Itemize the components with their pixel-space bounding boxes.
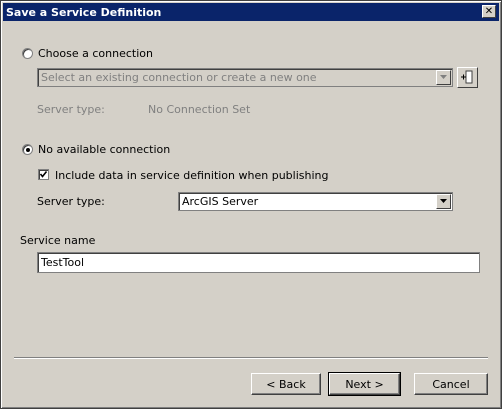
back-button[interactable]: < Back [251,373,321,395]
cancel-button[interactable]: Cancel [414,373,488,395]
choose-connection-radio[interactable] [22,48,33,59]
add-connection-button[interactable] [457,67,478,88]
close-icon: ✕ [484,5,494,17]
server-type-select[interactable]: ArcGIS Server [178,192,453,211]
service-name-label: Service name [20,234,96,247]
next-button[interactable]: Next > [328,372,401,396]
server-type-label-disabled: Server type: [37,103,105,116]
server-type-dropdown-button[interactable] [436,194,451,209]
chevron-down-icon [440,199,447,203]
server-type-label: Server type: [37,195,105,208]
add-connection-icon [461,70,473,84]
service-name-input[interactable] [41,255,474,269]
window-title: Save a Service Definition [6,5,162,19]
no-connection-label: No available connection [38,143,171,156]
title-bar[interactable]: Save a Service Definition ✕ [3,3,499,21]
footer-separator [14,357,488,359]
chevron-down-icon [440,75,447,79]
connection-select-value: Select an existing connection or create … [41,71,317,84]
include-data-checkbox[interactable] [38,169,49,180]
no-connection-radio[interactable] [22,144,33,155]
server-type-value-disabled: No Connection Set [148,103,251,116]
service-name-field[interactable] [37,252,480,273]
include-data-label: Include data in service definition when … [55,169,329,182]
connection-select[interactable]: Select an existing connection or create … [37,68,453,87]
radio-selected-dot [25,147,30,152]
save-service-definition-dialog: Save a Service Definition ✕ Choose a con… [0,0,502,409]
checkmark-icon [39,171,48,178]
server-type-select-value: ArcGIS Server [182,195,259,208]
close-button[interactable]: ✕ [482,5,496,18]
connection-dropdown-button[interactable] [436,70,451,85]
choose-connection-label: Choose a connection [38,47,153,60]
